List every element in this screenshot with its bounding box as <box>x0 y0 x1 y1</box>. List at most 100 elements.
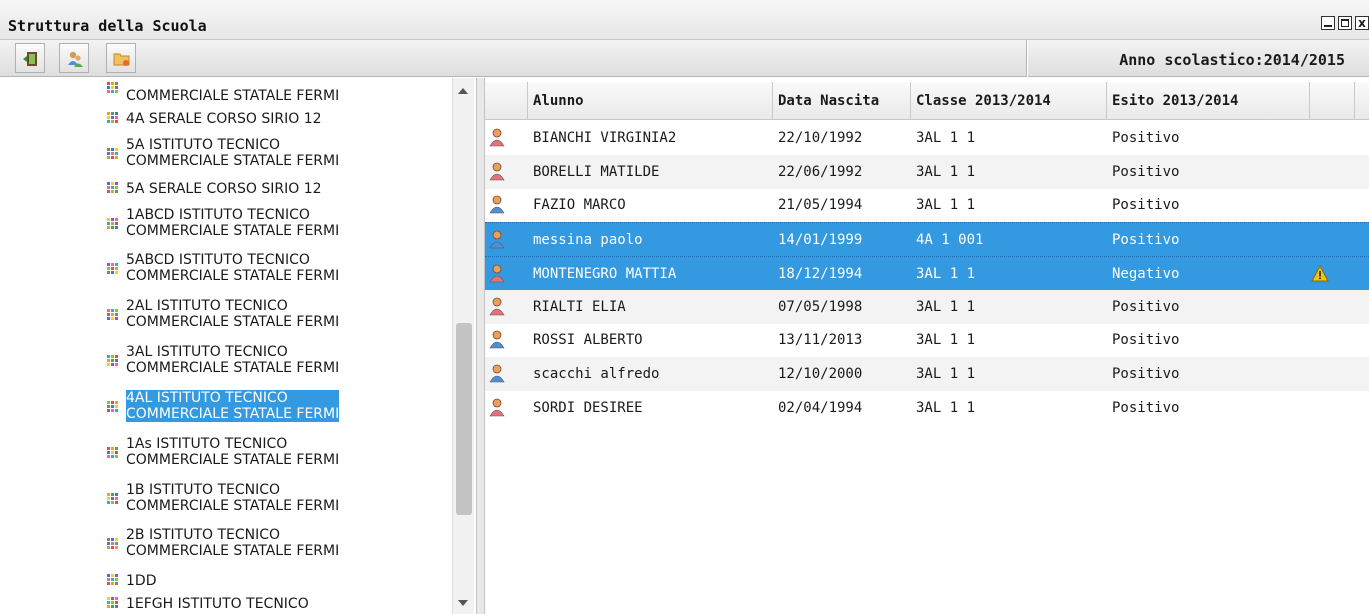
class-code: 3AL 1 1 <box>916 365 976 382</box>
class-grid-icon <box>107 218 118 229</box>
tree-item-label: 1EFGH ISTITUTO TECNICO <box>126 596 309 612</box>
student-name: FAZIO MARCO <box>533 197 626 214</box>
birth-date: 14/01/1999 <box>778 232 863 249</box>
male-student-icon <box>489 364 505 383</box>
class-grid-icon <box>107 263 118 274</box>
tree-item-label: 3AL ISTITUTO TECNICO COMMERCIALE STATALE… <box>126 344 340 376</box>
toolbar: Anno scolastico:2014/2015 <box>0 40 1369 77</box>
outcome: Positivo <box>1112 399 1180 416</box>
users-icon <box>68 51 83 67</box>
birth-date: 07/05/1998 <box>778 298 863 315</box>
class-grid-icon <box>107 355 118 366</box>
grid-header: Alunno Data Nascita Classe 2013/2014 Esi… <box>485 82 1369 120</box>
header-classe[interactable]: Classe 2013/2014 <box>911 82 1107 120</box>
window-title: Struttura della Scuola <box>8 17 207 35</box>
table-row[interactable]: BORELLI MATILDE 22/06/1992 3AL 1 1 Positivo <box>485 154 1369 189</box>
header-esito[interactable]: Esito 2013/2014 <box>1107 82 1310 120</box>
scroll-down-icon[interactable] <box>458 600 468 606</box>
warning-icon[interactable] <box>1311 264 1329 282</box>
birth-date: 12/10/2000 <box>778 365 863 382</box>
table-row[interactable]: MONTENEGRO MATTIA 18/12/1994 3AL 1 1 Negati… <box>485 255 1369 290</box>
class-grid-icon <box>107 148 118 159</box>
student-name: ROSSI ALBERTO <box>533 332 643 349</box>
tree-item-label: COMMERCIALE STATALE FERMI <box>126 88 340 104</box>
birth-date: 13/11/2013 <box>778 332 863 349</box>
outcome: Positivo <box>1112 232 1180 249</box>
tree-item-label: 1ABCD ISTITUTO TECNICO COMMERCIALE STATA… <box>126 207 340 239</box>
panel-splitter[interactable] <box>476 78 485 614</box>
outcome: Positivo <box>1112 130 1180 146</box>
class-grid-icon <box>107 574 118 585</box>
table-row[interactable]: messina paolo 14/01/1999 4A 1 001 Positivo <box>485 222 1369 257</box>
table-row[interactable]: SORDI DESIREE 02/04/1994 3AL 1 1 Positivo <box>485 391 1369 425</box>
tree-item-label: 5A SERALE CORSO SIRIO 12 <box>126 181 322 197</box>
student-name: SORDI DESIREE <box>533 399 643 416</box>
birth-date: 02/04/1994 <box>778 399 863 416</box>
table-row[interactable]: FAZIO MARCO 21/05/1994 3AL 1 1 Positivo <box>485 188 1369 222</box>
toolbar-separator <box>1026 40 1028 77</box>
exit-button[interactable] <box>15 43 45 73</box>
male-student-icon <box>489 230 505 249</box>
student-name: BORELLI MATILDE <box>533 163 660 180</box>
male-student-icon <box>489 330 505 349</box>
minimize-icon[interactable] <box>1321 16 1335 30</box>
class-code: 3AL 1 1 <box>916 130 976 146</box>
folder-button[interactable] <box>106 43 136 73</box>
table-row[interactable]: scacchi alfredo 12/10/2000 3AL 1 1 Positivo <box>485 356 1369 391</box>
window-titlebar: Struttura della Scuola x <box>0 0 1369 40</box>
students-grid: Alunno Data Nascita Classe 2013/2014 Esi… <box>485 78 1369 614</box>
female-student-icon <box>489 398 505 416</box>
outcome: Positivo <box>1112 298 1180 315</box>
female-student-icon <box>489 264 505 283</box>
class-grid-icon <box>107 82 118 93</box>
class-grid-icon <box>107 493 118 504</box>
class-code: 3AL 1 1 <box>916 265 976 282</box>
tree-item-label: 1B ISTITUTO TECNICO COMMERCIALE STATALE … <box>126 482 340 514</box>
window-controls: x <box>1321 16 1369 30</box>
table-row[interactable]: BIANCHI VIRGINIA2 22/10/1992 3AL 1 1 Positi… <box>485 121 1369 155</box>
folder-icon <box>113 53 130 66</box>
tree-item-label: 1As ISTITUTO TECNICO COMMERCIALE STATALE… <box>126 436 340 468</box>
class-code: 3AL 1 1 <box>916 332 976 349</box>
tree-item-label: 2AL ISTITUTO TECNICO COMMERCIALE STATALE… <box>126 298 340 330</box>
header-data-nascita[interactable]: Data Nascita <box>773 82 911 120</box>
header-extra[interactable] <box>1310 82 1355 120</box>
tree-item-label: 2B ISTITUTO TECNICO COMMERCIALE STATALE … <box>126 527 340 559</box>
class-code: 3AL 1 1 <box>916 197 976 214</box>
tree-item-label: 5ABCD ISTITUTO TECNICO COMMERCIALE STATA… <box>126 252 340 284</box>
class-grid-icon <box>107 538 118 549</box>
outcome: Positivo <box>1112 365 1180 382</box>
scroll-thumb[interactable] <box>456 323 472 515</box>
class-grid-icon <box>107 447 118 458</box>
class-tree[interactable]: COMMERCIALE STATALE FERMI 4A SERALE CORSO… <box>0 78 476 614</box>
class-grid-icon <box>107 597 118 608</box>
class-grid-icon <box>107 182 118 193</box>
class-grid-icon <box>107 112 118 123</box>
class-code: 3AL 1 1 <box>916 163 976 180</box>
scroll-up-icon[interactable] <box>458 88 468 94</box>
outcome: Positivo <box>1112 163 1180 180</box>
header-alunno[interactable]: Alunno <box>528 82 773 120</box>
maximize-icon[interactable] <box>1338 16 1352 30</box>
header-icon-column[interactable] <box>485 82 528 120</box>
birth-date: 22/06/1992 <box>778 163 863 180</box>
outcome: Positivo <box>1112 332 1180 349</box>
student-name: scacchi alfredo <box>533 365 660 382</box>
table-row[interactable]: ROSSI ALBERTO 13/11/2013 3AL 1 1 Positivo <box>485 323 1369 357</box>
outcome: Negativo <box>1112 265 1180 282</box>
class-code: 3AL 1 1 <box>916 298 976 315</box>
birth-date: 18/12/1994 <box>778 265 863 282</box>
users-button[interactable] <box>59 43 89 73</box>
class-grid-icon <box>107 401 118 412</box>
table-row[interactable]: RIALTI ELIA 07/05/1998 3AL 1 1 Positivo <box>485 289 1369 324</box>
student-name: messina paolo <box>533 232 643 249</box>
student-name: MONTENEGRO MATTIA <box>533 265 677 282</box>
close-icon[interactable]: x <box>1355 16 1369 30</box>
tree-item-label: 4A SERALE CORSO SIRIO 12 <box>126 111 322 127</box>
birth-date: 22/10/1992 <box>778 130 863 146</box>
class-grid-icon <box>107 309 118 320</box>
tree-scrollbar[interactable] <box>452 78 474 614</box>
female-student-icon <box>489 297 505 315</box>
class-code: 4A 1 001 <box>916 232 984 249</box>
student-name: RIALTI ELIA <box>533 298 626 315</box>
